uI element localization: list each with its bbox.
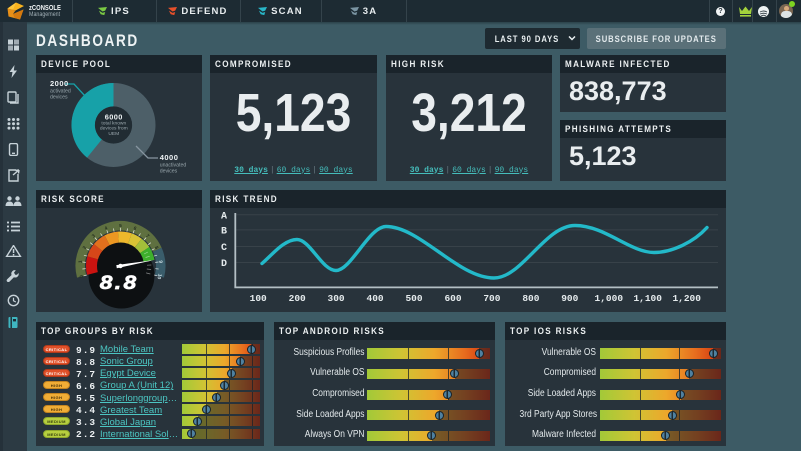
svg-text:devices from: devices from [100,126,128,132]
svg-text:100: 100 [250,293,267,304]
svg-text:activated: activated [50,88,71,94]
svg-text:unactivated: unactivated [160,163,187,169]
svg-text:700: 700 [483,293,500,304]
svg-text:8.8: 8.8 [100,272,139,293]
svg-text:A: A [221,211,227,222]
svg-text:5: 5 [119,223,122,229]
svg-text:800: 800 [522,293,539,304]
svg-text:4000: 4000 [160,153,179,162]
svg-text:1,100: 1,100 [633,293,662,304]
svg-text:1,000: 1,000 [595,293,624,304]
svg-text:900: 900 [561,293,578,304]
svg-text:C: C [221,243,227,254]
svg-text:500: 500 [405,293,422,304]
svg-text:6000: 6000 [105,112,123,121]
svg-text:devices: devices [160,169,178,175]
svg-text:400: 400 [367,293,384,304]
svg-text:D: D [221,259,227,270]
svg-text:UEM: UEM [108,131,119,137]
svg-text:200: 200 [289,293,306,304]
svg-text:B: B [221,226,227,237]
svg-text:devices: devices [50,94,68,100]
svg-text:2000: 2000 [50,79,69,88]
svg-text:total known: total known [101,121,126,127]
svg-text:600: 600 [444,293,461,304]
svg-text:300: 300 [328,293,345,304]
svg-text:1,200: 1,200 [672,293,701,304]
